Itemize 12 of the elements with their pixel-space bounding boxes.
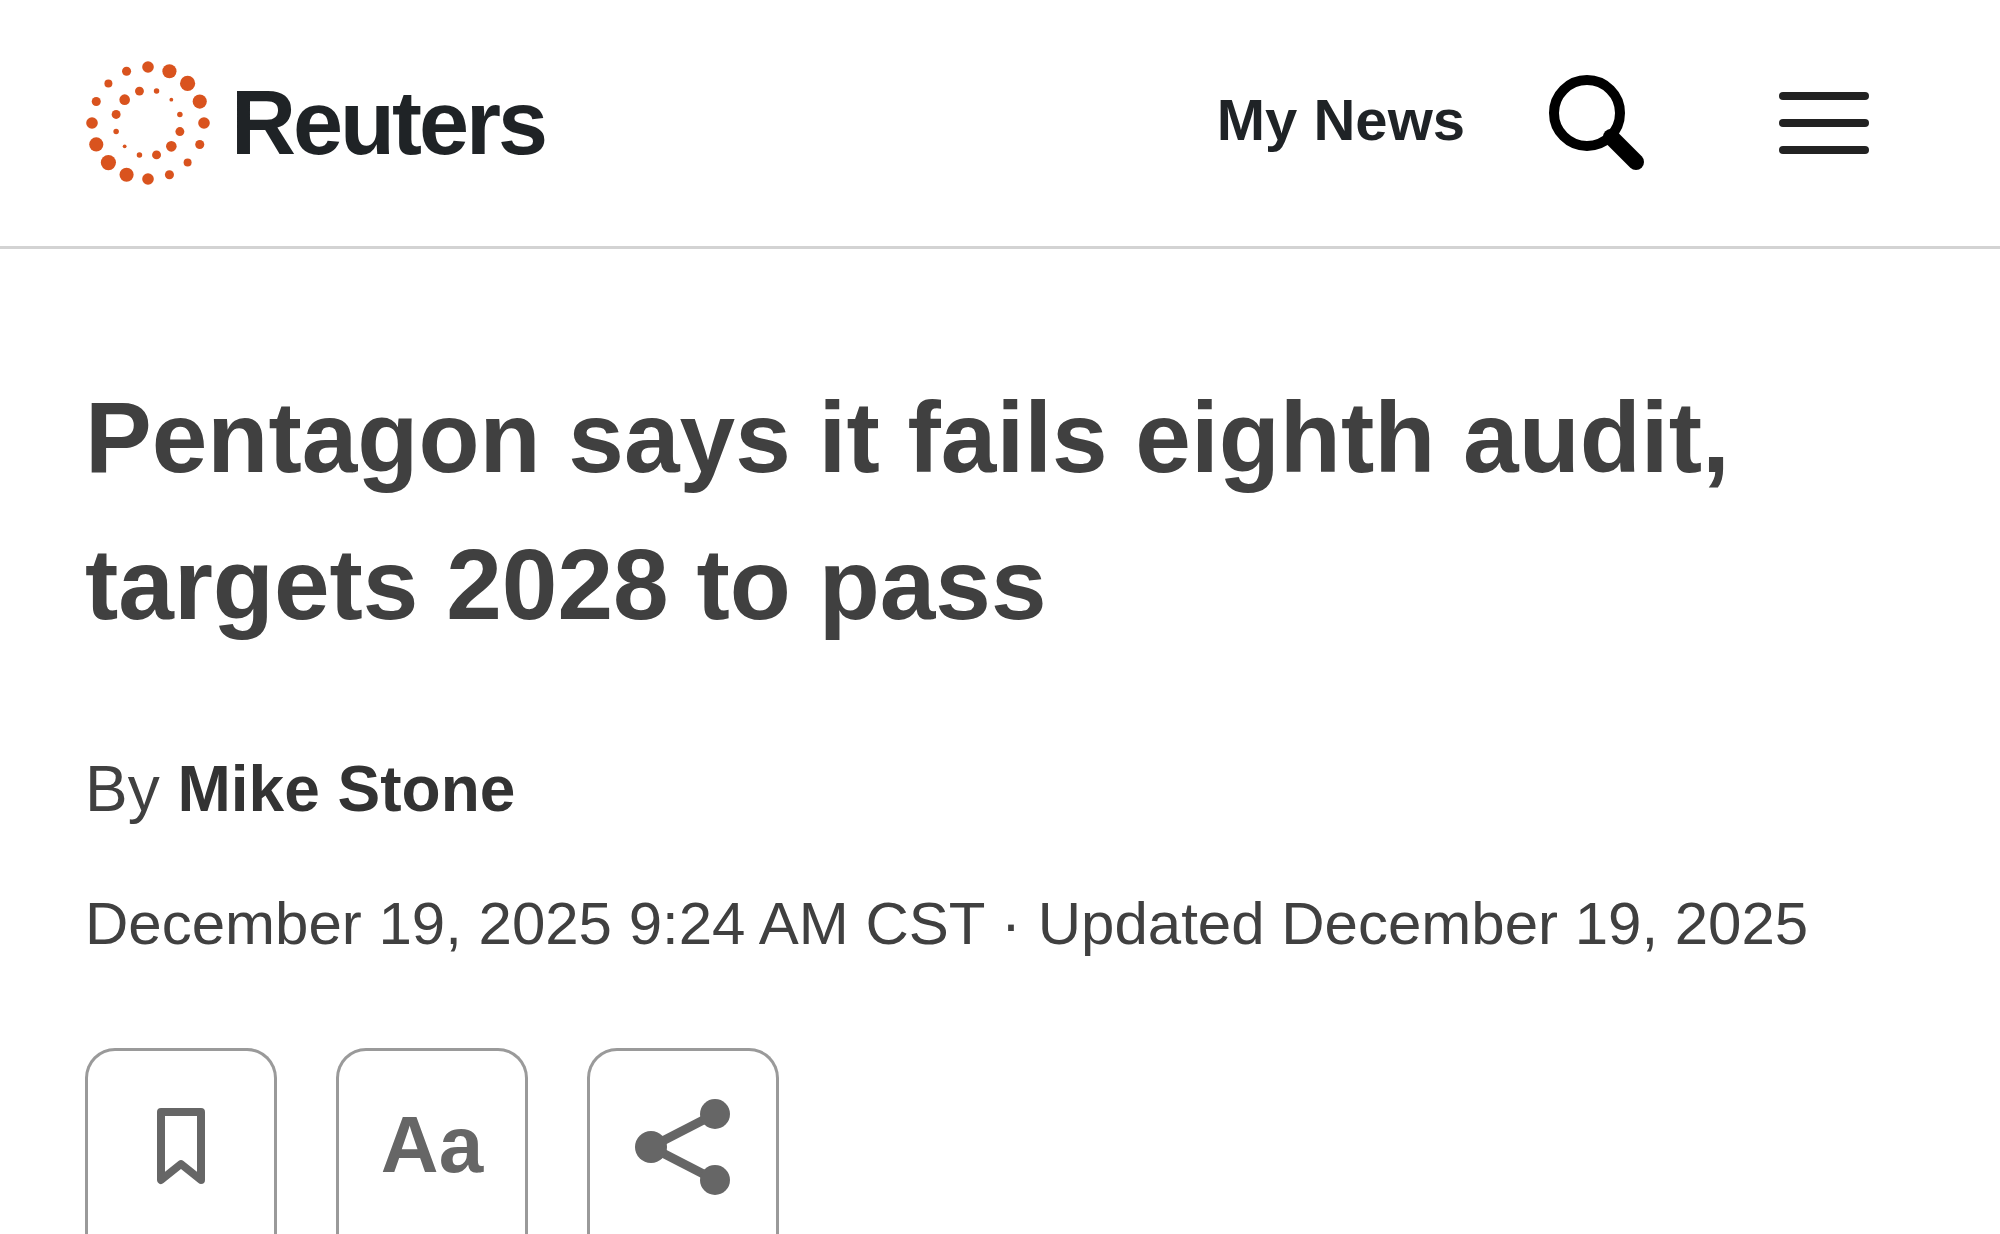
dateline: December 19, 2025 9:24 AM CST · Updated December 19, 2025 [85,889,1809,959]
brand-wordmark[interactable]: Reuters [231,78,546,168]
share-button[interactable] [587,1048,779,1234]
byline: By Mike Stone [85,752,516,827]
dotted-ring-logo-icon [83,58,213,188]
bookmark-button[interactable] [85,1048,277,1234]
headline: Pentagon says it fails eighth audit, targets 2028 to pass [85,380,1731,642]
search-icon[interactable] [1547,73,1647,173]
menu-icon[interactable] [1779,92,1869,154]
bookmark-icon [156,1107,206,1185]
share-icon [633,1097,733,1197]
text-size-button[interactable]: Aa [336,1048,528,1234]
